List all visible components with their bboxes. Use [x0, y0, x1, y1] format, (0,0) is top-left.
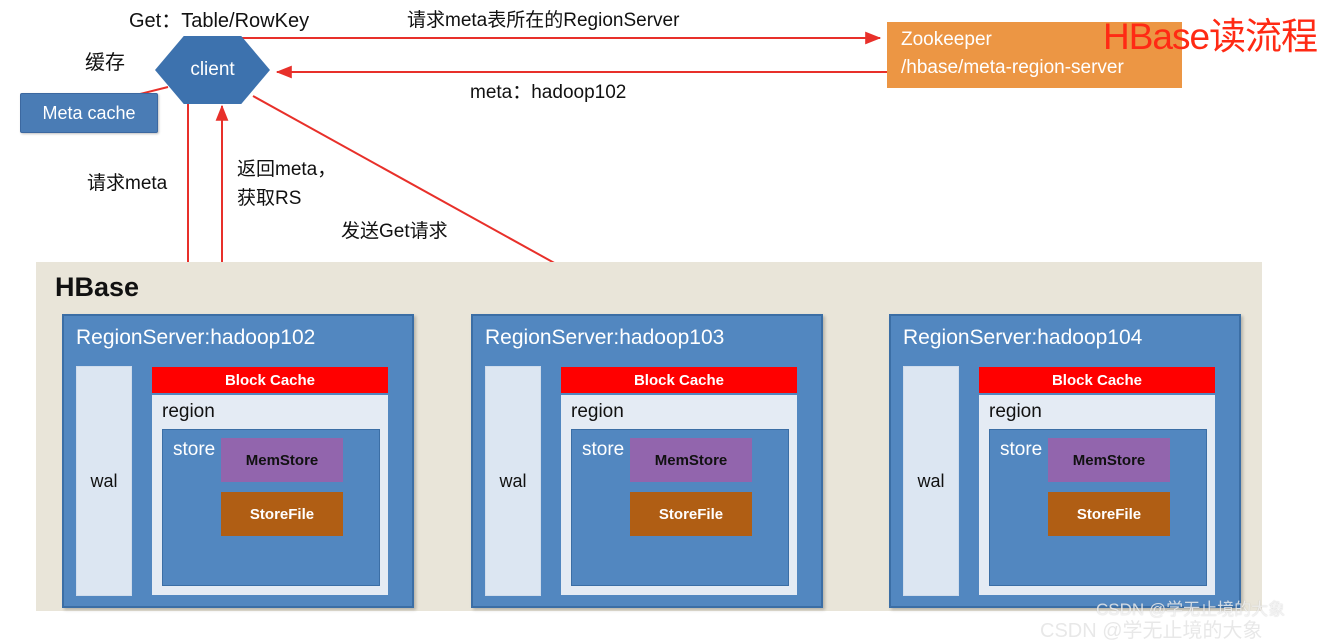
region-label: region [571, 401, 624, 422]
storefile-block: StoreFile [1048, 492, 1170, 536]
store-label: store [582, 439, 625, 460]
store-block: store MemStore StoreFile [989, 429, 1207, 586]
region-label: region [162, 401, 215, 422]
memstore-label: MemStore [654, 451, 728, 469]
block-cache-label: Block Cache [1051, 371, 1143, 389]
client-label: client [190, 59, 235, 80]
label-get-table-rowkey: Get：Table/RowKey [129, 10, 310, 32]
store-block: store MemStore StoreFile [162, 429, 380, 586]
zookeeper-name: Zookeeper [901, 29, 992, 50]
region-server-title: RegionServer:hadoop102 [76, 326, 316, 349]
meta-cache-box[interactable]: Meta cache [20, 93, 158, 133]
storefile-block: StoreFile [630, 492, 752, 536]
store-label: store [173, 439, 216, 460]
csdn-watermark: CSDN @学无止境的大象 [1096, 600, 1286, 619]
diagram-canvas: HBase RegionServer:hadoop102 wal Block C… [0, 0, 1324, 642]
wal-block: wal [76, 366, 132, 596]
wal-block: wal [903, 366, 959, 596]
region-server-hadoop102[interactable]: RegionServer:hadoop102 wal Block Cache r… [62, 314, 414, 608]
region-server-hadoop103[interactable]: RegionServer:hadoop103 wal Block Cache r… [471, 314, 823, 608]
store-block: store MemStore StoreFile [571, 429, 789, 586]
label-cache: 缓存 [85, 52, 125, 74]
block-cache-block: Block Cache [561, 367, 797, 393]
memstore-block: MemStore [630, 438, 752, 482]
label-send-get-request: 发送Get请求 [341, 221, 448, 242]
label-return-meta-line1: 返回meta， [237, 159, 337, 180]
block-cache-label: Block Cache [633, 371, 725, 389]
label-meta-hadoop102: meta：hadoop102 [470, 82, 627, 103]
storefile-label: StoreFile [658, 505, 724, 523]
block-cache-block: Block Cache [979, 367, 1215, 393]
wal-label: wal [917, 470, 945, 491]
memstore-label: MemStore [245, 451, 319, 469]
wal-label: wal [90, 470, 118, 491]
memstore-block: MemStore [1048, 438, 1170, 482]
storefile-label: StoreFile [1076, 505, 1142, 523]
label-return-meta-line2: 获取RS [237, 188, 302, 209]
zookeeper-path: /hbase/meta-region-server [901, 57, 1124, 78]
region-server-title: RegionServer:hadoop104 [903, 326, 1143, 349]
memstore-block: MemStore [221, 438, 343, 482]
store-label: store [1000, 439, 1043, 460]
region-block: region store MemStore StoreFile [561, 395, 797, 595]
region-server-title: RegionServer:hadoop103 [485, 326, 725, 349]
storefile-label: StoreFile [249, 505, 315, 523]
label-request-meta-region-server: 请求meta表所在的RegionServer [407, 10, 680, 31]
region-block: region store MemStore StoreFile [152, 395, 388, 595]
block-cache-label: Block Cache [224, 371, 316, 389]
client-node[interactable]: client [155, 36, 270, 104]
page-title: HBase读流程 [1103, 16, 1318, 57]
wal-block: wal [485, 366, 541, 596]
memstore-label: MemStore [1072, 451, 1146, 469]
label-request-meta: 请求meta [87, 173, 168, 194]
meta-cache-label: Meta cache [42, 102, 136, 123]
block-cache-block: Block Cache [152, 367, 388, 393]
region-server-hadoop104[interactable]: RegionServer:hadoop104 wal Block Cache r… [889, 314, 1241, 608]
region-label: region [989, 401, 1042, 422]
wal-label: wal [499, 470, 527, 491]
region-block: region store MemStore StoreFile [979, 395, 1215, 595]
storefile-block: StoreFile [221, 492, 343, 536]
hbase-container-title: HBase [55, 272, 140, 302]
